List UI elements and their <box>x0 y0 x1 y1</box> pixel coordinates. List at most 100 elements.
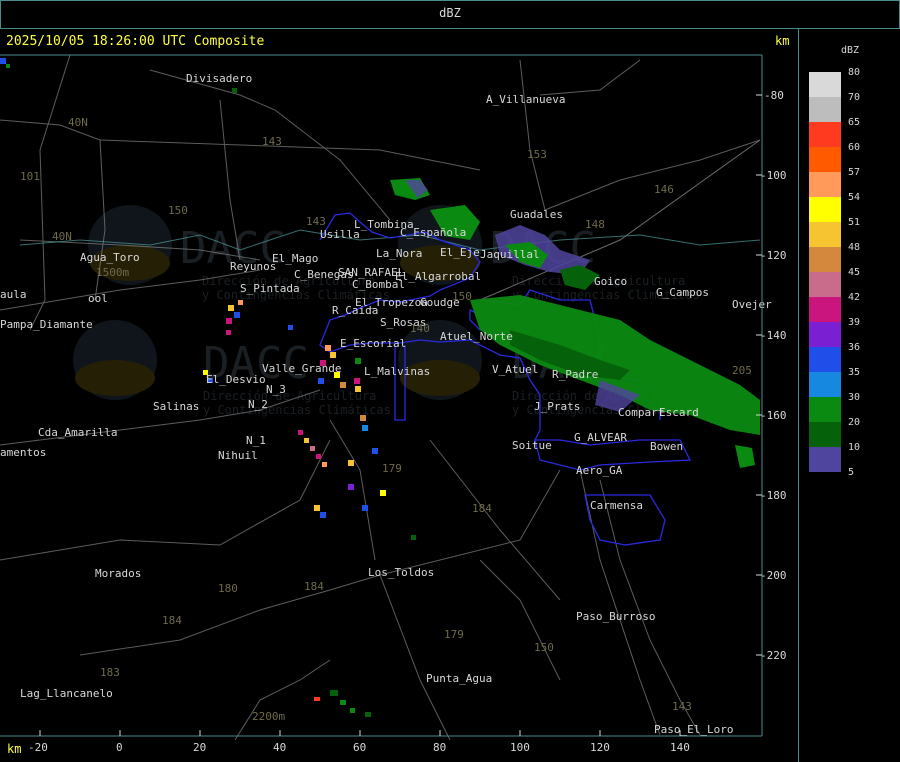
x-axis: -20 0 20 40 60 80 100 120 140 <box>0 730 762 754</box>
contour-label: 143 <box>262 135 282 148</box>
legend-label: 42 <box>848 292 861 303</box>
legend-swatch <box>809 422 841 447</box>
place-label: Soitue <box>512 439 552 452</box>
place-label: C_Española <box>400 226 466 239</box>
place-label: Usilla <box>320 228 360 241</box>
place-label: Morados <box>95 567 141 580</box>
x-tick-label: 60 <box>353 741 366 754</box>
watermark-line1: Dirección de Agricultura <box>203 389 376 403</box>
place-label: Lag_Llancanelo <box>20 687 113 700</box>
legend-swatch <box>809 147 841 172</box>
contour-label: 150 <box>452 290 472 303</box>
place-label: Escard <box>659 406 699 419</box>
legend-label: 48 <box>848 242 861 253</box>
place-label: Ovejer <box>732 298 772 311</box>
legend-swatch <box>809 72 841 97</box>
radar-map[interactable]: DACC Dirección de Agricultura y Continge… <box>0 0 900 761</box>
place-label: Agua_Toro <box>80 251 140 264</box>
y-tick-label: -80 <box>764 89 784 102</box>
legend-label: 30 <box>848 392 861 403</box>
contour-label: 180 <box>218 582 238 595</box>
legend-label: 51 <box>848 217 861 228</box>
place-label: Carmensa <box>590 499 643 512</box>
x-axis-unit: km <box>7 742 22 756</box>
place-label: Los_Toldos <box>368 566 434 579</box>
legend-label: 20 <box>848 417 861 428</box>
y-tick-label: -100 <box>760 169 787 182</box>
place-label: E_Escorial <box>340 337 406 350</box>
place-label: N_1 <box>246 434 266 447</box>
legend-label: 60 <box>848 142 861 153</box>
legend-label: 36 <box>848 342 861 353</box>
place-label: S_Pintada <box>240 282 300 295</box>
place-label: Reyunos <box>230 260 276 273</box>
legend-swatch <box>809 272 841 297</box>
contour-label: 2200m <box>252 710 285 723</box>
legend-swatch <box>809 447 841 472</box>
legend-label: 54 <box>848 192 861 203</box>
place-label: Goico <box>594 275 627 288</box>
contour-label: 179 <box>382 462 402 475</box>
place-label: ool <box>88 292 108 305</box>
y-tick-label: -140 <box>760 329 787 342</box>
contour-label: 148 <box>585 218 605 231</box>
legend-label: 65 <box>848 117 861 128</box>
legend-swatch <box>809 172 841 197</box>
place-label: La_Nora <box>376 247 422 260</box>
legend-swatch <box>809 397 841 422</box>
contour-label: 179 <box>444 628 464 641</box>
legend-swatch <box>809 297 841 322</box>
legend-swatch <box>809 197 841 222</box>
place-label: J_Prats <box>534 400 580 413</box>
place-label: El_Algarrobal <box>395 270 481 283</box>
place-label: V_Atuel <box>492 363 538 376</box>
y-tick-label: -220 <box>760 649 787 662</box>
legend-label: 57 <box>848 167 861 178</box>
place-label: L_Malvinas <box>364 365 430 378</box>
y-axis-unit: km <box>775 34 790 48</box>
color-legend <box>809 72 841 472</box>
place-label: aula <box>0 288 27 301</box>
contour-label: 101 <box>20 170 40 183</box>
contour-label: 184 <box>472 502 492 515</box>
place-label: R_Padre <box>552 368 598 381</box>
contour-label: 183 <box>100 666 120 679</box>
x-tick-label: 40 <box>273 741 286 754</box>
x-tick-label: 20 <box>193 741 206 754</box>
place-label: El_Mago <box>272 252 318 265</box>
legend-label: 70 <box>848 92 861 103</box>
contour-label: 143 <box>672 700 692 713</box>
contour-label: 184 <box>304 580 324 593</box>
contour-label: 40N <box>68 116 88 129</box>
contour-label: 184 <box>162 614 182 627</box>
legend-label: 5 <box>848 467 855 478</box>
y-tick-label: -160 <box>760 409 787 422</box>
place-label: Pampa_Diamante <box>0 318 93 331</box>
legend-label: 39 <box>848 317 861 328</box>
legend-swatch <box>809 372 841 397</box>
legend-swatch <box>809 222 841 247</box>
place-label: R_Caida <box>332 304 378 317</box>
x-tick-label: 100 <box>510 741 530 754</box>
place-label: El_Desvio <box>206 373 266 386</box>
contour-label: 150 <box>168 204 188 217</box>
legend-swatch <box>809 122 841 147</box>
legend-swatch <box>809 97 841 122</box>
legend-label: 35 <box>848 367 861 378</box>
legend-label: 45 <box>848 267 861 278</box>
place-label: Guadales <box>510 208 563 221</box>
legend-title: dBZ <box>841 45 860 56</box>
x-tick-label: 80 <box>433 741 446 754</box>
contour-label: 40N <box>52 230 72 243</box>
place-label: Cda_Amarilla <box>38 426 117 439</box>
place-label: Salinas <box>153 400 199 413</box>
place-label: C_Bombal <box>352 278 405 291</box>
legend-label: 10 <box>848 442 861 453</box>
x-tick-label: 0 <box>116 741 123 754</box>
place-label: Nihuil <box>218 449 258 462</box>
place-label: Aero_GA <box>576 464 623 477</box>
y-tick-label: -120 <box>760 249 787 262</box>
contour-label: 146 <box>654 183 674 196</box>
x-tick-label: 140 <box>670 741 690 754</box>
place-label: Compart <box>618 406 664 419</box>
